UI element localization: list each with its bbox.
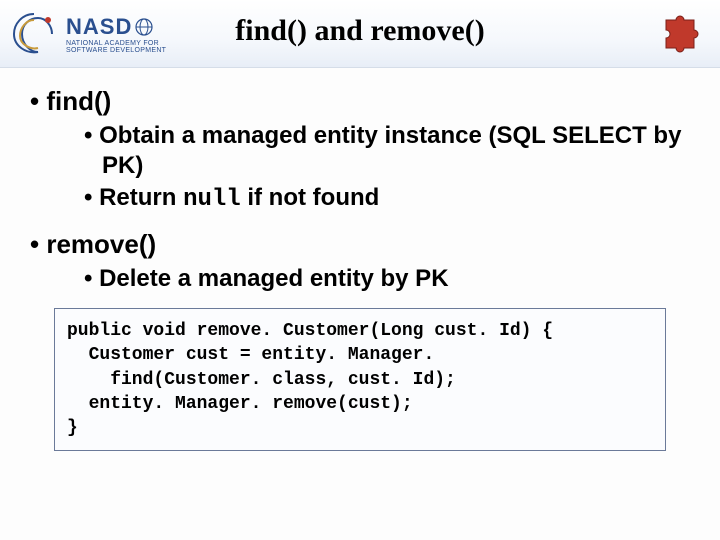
bullet-find: find() Obtain a managed entity instance … bbox=[30, 86, 690, 215]
logo-main-text: NASD bbox=[66, 14, 166, 40]
null-keyword: null bbox=[183, 186, 241, 213]
bullet-find-return-a: Return bbox=[99, 184, 183, 211]
logo: NASD NATIONAL ACADEMY FOR SOFTWARE DEVEL… bbox=[0, 8, 166, 60]
slide-header: NASD NATIONAL ACADEMY FOR SOFTWARE DEVEL… bbox=[0, 0, 720, 68]
logo-subtitle-2: SOFTWARE DEVELOPMENT bbox=[66, 47, 166, 54]
code-block: public void remove. Customer(Long cust. … bbox=[54, 308, 666, 451]
globe-icon bbox=[134, 17, 154, 37]
bullet-find-return-b: if not found bbox=[241, 184, 380, 211]
logo-text: NASD NATIONAL ACADEMY FOR SOFTWARE DEVEL… bbox=[66, 14, 166, 54]
bullet-find-text: find() bbox=[46, 86, 111, 116]
logo-acronym: NASD bbox=[66, 14, 132, 40]
bullet-remove-delete: Delete a managed entity by PK bbox=[84, 264, 690, 294]
logo-swirl-icon bbox=[8, 8, 60, 60]
bullet-remove: remove() Delete a managed entity by PK bbox=[30, 229, 690, 294]
bullet-find-return: Return null if not found bbox=[84, 183, 690, 215]
bullet-remove-text: remove() bbox=[46, 229, 156, 259]
puzzle-icon bbox=[658, 10, 702, 54]
slide-content: find() Obtain a managed entity instance … bbox=[0, 68, 720, 451]
logo-subtitle-1: NATIONAL ACADEMY FOR bbox=[66, 40, 166, 47]
bullet-find-obtain: Obtain a managed entity instance (SQL SE… bbox=[84, 121, 690, 181]
